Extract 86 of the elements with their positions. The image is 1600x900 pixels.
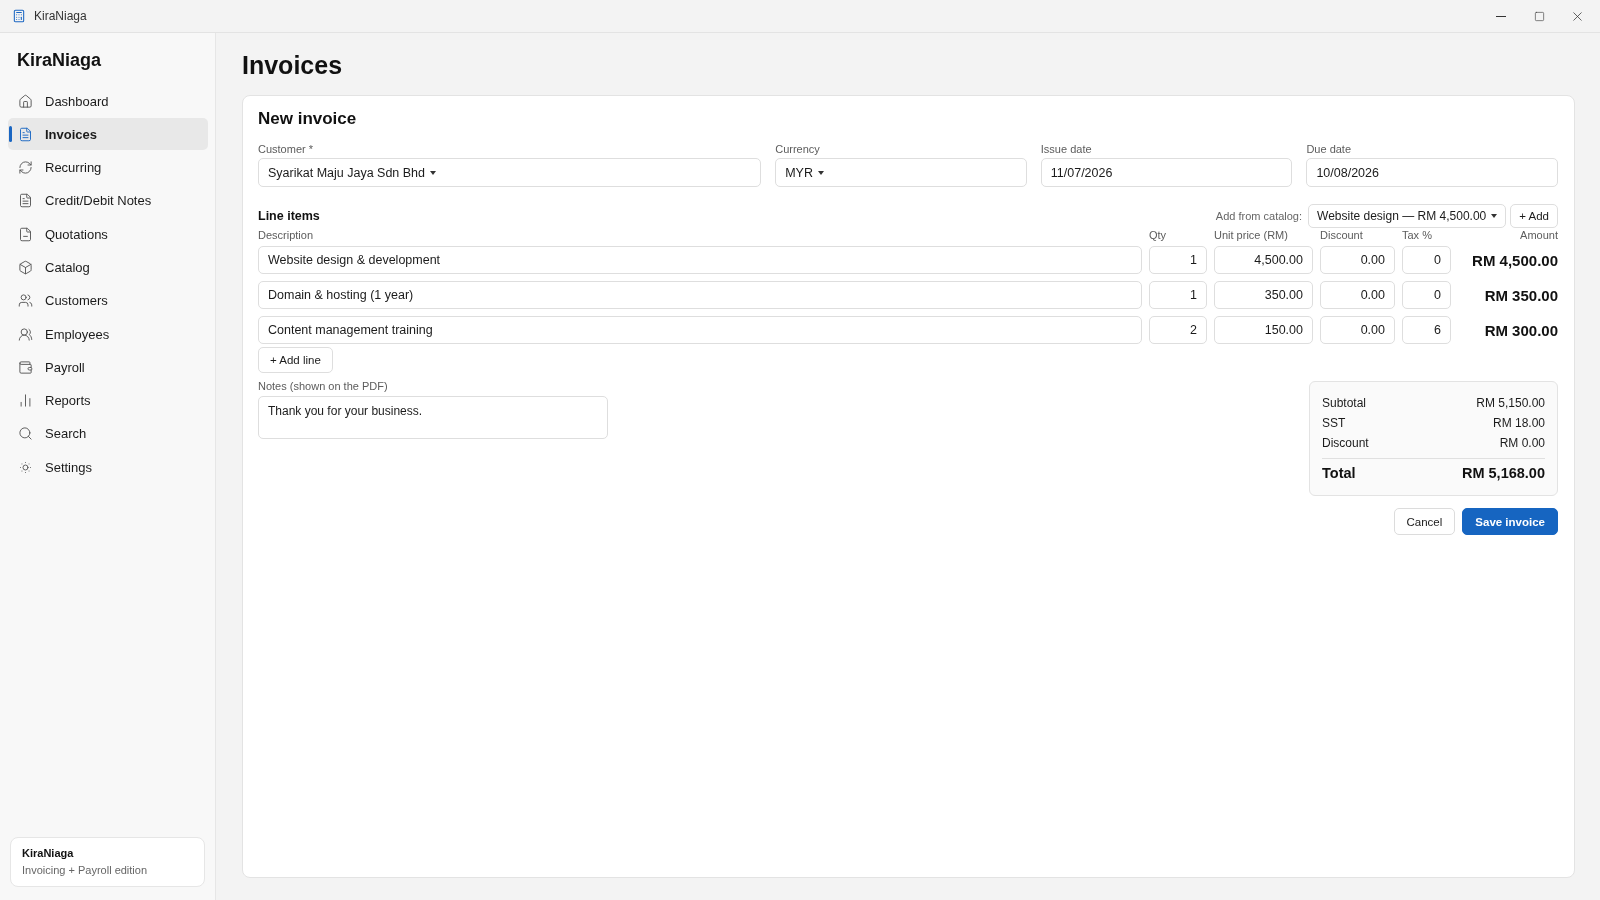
field-label: Issue date	[1040, 142, 1093, 156]
nav-item[interactable]: Settings	[8, 451, 208, 484]
totals-label: Discount	[1322, 436, 1369, 450]
brand-name: KiraNiaga	[16, 49, 103, 72]
window-title: KiraNiaga	[34, 9, 87, 23]
nav-item[interactable]: Employees	[8, 318, 208, 351]
select-field[interactable]: MYR	[775, 158, 1027, 187]
qty-field[interactable]: 1	[1149, 246, 1207, 274]
description-field[interactable]: Website design & development	[258, 246, 1142, 274]
nav-item[interactable]: Invoices	[8, 118, 208, 151]
nav-item[interactable]: Payroll	[8, 351, 208, 384]
maximize-icon	[1533, 10, 1545, 22]
tax-field[interactable]: 6	[1402, 316, 1451, 344]
column-header: Discount	[1320, 228, 1364, 242]
catalog-select[interactable]: Website design — RM 4,500.00	[1308, 204, 1507, 228]
calculator-icon	[12, 9, 26, 23]
minimize-icon	[1496, 15, 1506, 17]
nav-item[interactable]: Search	[8, 417, 208, 450]
edition-title: KiraNiaga	[22, 846, 75, 860]
document-icon	[18, 226, 33, 242]
cancel-button[interactable]: Cancel	[1393, 508, 1456, 535]
discount-field[interactable]: 0.00	[1320, 316, 1395, 344]
refresh-icon	[18, 160, 33, 176]
add-line-button[interactable]: + Add line	[258, 347, 333, 373]
totals-label: Subtotal	[1322, 396, 1367, 410]
active-indicator	[9, 126, 12, 143]
nav-item[interactable]: Catalog	[8, 251, 208, 284]
discount-field[interactable]: 0.00	[1320, 246, 1395, 274]
tax-field[interactable]: 0	[1402, 246, 1451, 274]
totals-value: RM 5,150.00	[1476, 396, 1545, 410]
caret-icon	[1491, 214, 1498, 218]
totals-value: RM 0.00	[1499, 436, 1545, 450]
unit-price-field[interactable]: 4,500.00	[1214, 246, 1313, 274]
page-title: Invoices	[242, 50, 344, 80]
line-amount: RM 4,500.00	[1471, 251, 1558, 269]
column-header: Description	[258, 228, 315, 242]
document-icon	[18, 193, 33, 209]
column-header: Qty	[1149, 228, 1168, 242]
input-field[interactable]: 11/07/2026	[1040, 158, 1293, 187]
document-icon	[18, 126, 33, 142]
select-field[interactable]: Syarikat Maju Jaya Sdn Bhd	[258, 158, 762, 187]
discount-field[interactable]: 0.00	[1320, 281, 1395, 309]
section-title: Line items	[258, 209, 320, 223]
unit-price-field[interactable]: 150.00	[1214, 316, 1313, 344]
column-header: Amount	[1519, 228, 1558, 242]
wallet-icon	[18, 359, 33, 375]
total-value: RM 5,168.00	[1461, 465, 1545, 481]
add-button[interactable]: + Add	[1510, 204, 1558, 228]
nav-item[interactable]: Quotations	[8, 218, 208, 251]
catalog-label: Add from catalog:	[1215, 210, 1303, 222]
box-icon	[18, 260, 33, 275]
total-label: Total	[1322, 465, 1356, 481]
save-button[interactable]: Save invoice	[1462, 508, 1558, 535]
caret-icon	[817, 170, 824, 175]
nav-item[interactable]: Reports	[8, 384, 208, 417]
notes-field[interactable]: Thank you for your business.	[258, 396, 608, 439]
edition-subtitle: Invoicing + Payroll edition	[22, 863, 149, 877]
sun-icon	[18, 459, 33, 475]
nav-item[interactable]: Recurring	[8, 151, 208, 184]
nav-item[interactable]: Credit/Debit Notes	[8, 184, 208, 217]
field-label: Currency	[775, 142, 821, 156]
field-label: Customer *	[258, 142, 315, 156]
qty-field[interactable]: 2	[1149, 316, 1207, 344]
nav-item[interactable]: Customers	[8, 284, 208, 317]
nav-item[interactable]: Dashboard	[8, 85, 208, 117]
totals-label: SST	[1322, 416, 1346, 430]
form-title: New invoice	[258, 108, 358, 130]
line-amount: RM 300.00	[1483, 321, 1558, 339]
line-amount: RM 350.00	[1483, 286, 1558, 304]
home-icon	[18, 93, 33, 109]
qty-field[interactable]: 1	[1149, 281, 1207, 309]
totals-value: RM 18.00	[1492, 416, 1545, 430]
unit-price-field[interactable]: 350.00	[1214, 281, 1313, 309]
search-icon	[18, 426, 33, 442]
column-header: Unit price (RM)	[1214, 228, 1289, 242]
bar-chart-icon	[18, 393, 33, 409]
column-header: Tax %	[1402, 228, 1433, 242]
description-field[interactable]: Content management training	[258, 316, 1142, 344]
users-icon	[18, 326, 33, 342]
tax-field[interactable]: 0	[1402, 281, 1451, 309]
users-icon	[18, 293, 33, 309]
notes-label: Notes (shown on the PDF)	[258, 379, 389, 393]
input-field[interactable]: 10/08/2026	[1306, 158, 1558, 187]
description-field[interactable]: Domain & hosting (1 year)	[258, 281, 1142, 309]
caret-icon	[430, 170, 437, 175]
field-label: Due date	[1306, 142, 1353, 156]
